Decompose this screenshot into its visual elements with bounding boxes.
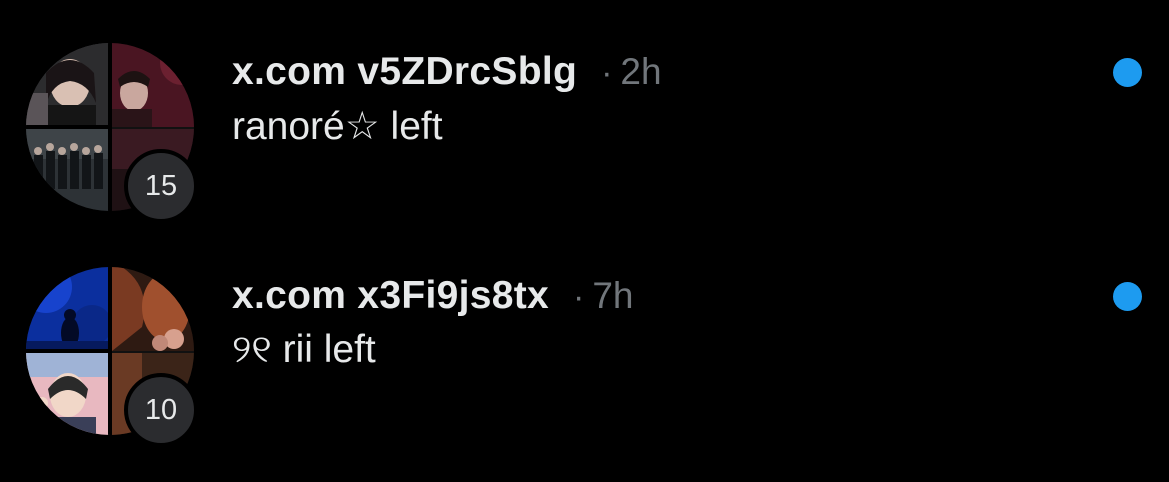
title-line: x.com v5ZDrcSblg · 2h bbox=[232, 50, 1079, 94]
member-count-badge: 15 bbox=[124, 149, 198, 223]
conversation-text: x.com x3Fi9js8tx · 7h ୨୧ rii left bbox=[232, 274, 1079, 372]
member-photo-icon bbox=[26, 267, 110, 351]
member-photo-icon bbox=[112, 43, 194, 127]
message-preview: ranoré☆ left bbox=[232, 105, 443, 148]
member-count-badge: 10 bbox=[124, 373, 198, 447]
conversation-title: x.com v5ZDrcSblg bbox=[232, 50, 578, 93]
timestamp: 7h bbox=[592, 275, 634, 316]
conversation-item[interactable]: 10 x.com x3Fi9js8tx · 7h ୨୧ rii left bbox=[0, 252, 1169, 452]
unread-indicator-icon bbox=[1113, 282, 1142, 311]
conversation-text: x.com v5ZDrcSblg · 2h ranoré☆ left bbox=[232, 50, 1079, 149]
member-photo-icon bbox=[26, 43, 110, 127]
collage-divider bbox=[26, 125, 110, 129]
separator-dot: · bbox=[601, 54, 613, 92]
group-avatar[interactable]: 10 bbox=[26, 267, 198, 447]
conversation-item[interactable]: 15 x.com v5ZDrcSblg · 2h ranoré☆ left bbox=[0, 28, 1169, 228]
member-photo-icon bbox=[112, 267, 194, 351]
member-photo-icon bbox=[26, 353, 110, 435]
collage-divider bbox=[26, 349, 110, 353]
separator-dot: · bbox=[572, 278, 585, 316]
unread-indicator-icon bbox=[1113, 58, 1142, 87]
conversation-title: x.com x3Fi9js8tx bbox=[232, 274, 549, 317]
message-preview: ୨୧ rii left bbox=[232, 328, 376, 371]
member-photo-icon bbox=[26, 129, 110, 211]
title-line: x.com x3Fi9js8tx · 7h bbox=[232, 274, 1079, 318]
timestamp: 2h bbox=[620, 51, 662, 92]
group-avatar[interactable]: 15 bbox=[26, 43, 198, 223]
